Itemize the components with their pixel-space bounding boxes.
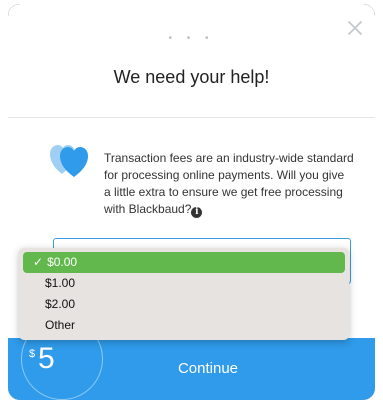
fee-amount-dropdown: ✓ $0.00 $1.00 $2.00 Other	[19, 248, 349, 340]
option-label: Other	[45, 318, 76, 332]
close-icon[interactable]	[345, 18, 365, 38]
continue-button[interactable]: Continue	[88, 338, 328, 400]
option-label: $2.00	[45, 297, 76, 311]
dropdown-option-0[interactable]: ✓ $0.00	[23, 252, 345, 273]
check-icon: ✓	[33, 255, 44, 269]
info-icon[interactable]: i	[191, 207, 203, 218]
dropdown-option-1[interactable]: $1.00	[23, 273, 345, 294]
option-label: $0.00	[47, 255, 78, 269]
modal-title: We need your help!	[113, 67, 270, 87]
page: • • • We need your help! Transaction fee…	[0, 0, 383, 404]
dropdown-option-2[interactable]: $2.00	[23, 294, 345, 315]
modal-frame: • • • We need your help! Transaction fee…	[8, 4, 375, 400]
donation-amount: $ 5	[26, 338, 86, 400]
dropdown-option-3[interactable]: Other	[23, 315, 345, 336]
currency-symbol: $	[29, 348, 36, 360]
donation-modal: • • • We need your help! Transaction fee…	[8, 4, 375, 400]
hearts-icon	[50, 144, 90, 178]
progress-dots: • • •	[168, 33, 215, 44]
option-label: $1.00	[45, 276, 76, 290]
divider	[8, 117, 375, 118]
fee-message: Transaction fees are an industry-wide st…	[104, 150, 354, 218]
fee-message-text: Transaction fees are an industry-wide st…	[104, 151, 354, 216]
amount-value: 5	[38, 342, 55, 375]
